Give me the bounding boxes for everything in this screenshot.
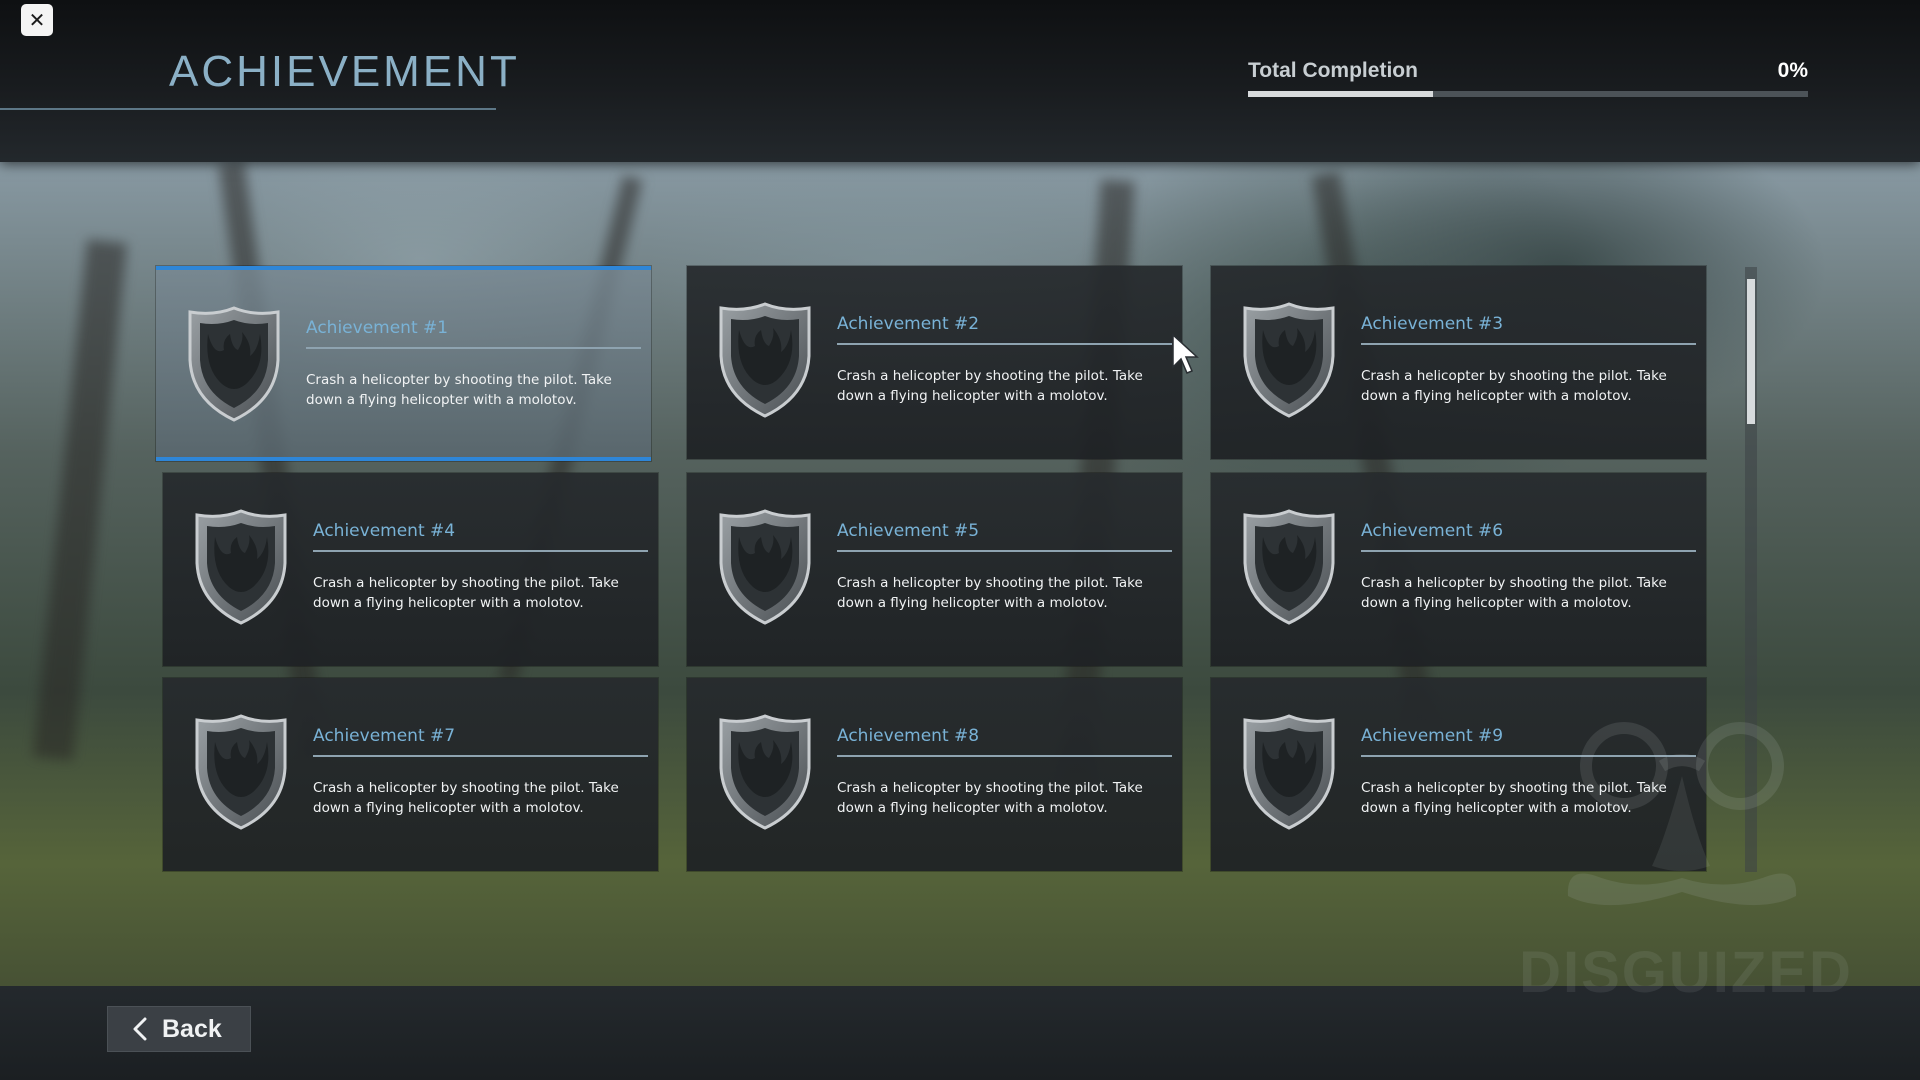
mouse-cursor-icon [1172,333,1199,374]
achievement-description: Crash a helicopter by shooting the pilot… [1361,575,1667,611]
shield-icon [719,509,811,625]
close-button[interactable]: ✕ [21,4,53,36]
shield-icon [195,714,287,830]
shield-icon [195,509,287,625]
achievement-description: Crash a helicopter by shooting the pilot… [837,368,1143,404]
achievement-description: Crash a helicopter by shooting the pilot… [837,780,1143,816]
shield-icon [719,302,811,418]
scrollbar-thumb[interactable] [1747,279,1755,424]
achievement-card[interactable]: Achievement #6 Crash a helicopter by sho… [1211,473,1706,666]
close-icon: ✕ [28,8,46,32]
chevron-left-icon [133,1017,147,1041]
achievement-card[interactable]: Achievement #7 Crash a helicopter by sho… [163,678,658,871]
back-button[interactable]: Back [107,1006,251,1052]
achievement-card[interactable]: Achievement #5 Crash a helicopter by sho… [687,473,1182,666]
disguise-glasses-mustache-logo: DISGUIZED [1496,716,1876,1026]
achievement-title: Achievement #6 [1361,523,1696,552]
watermark-text: DISGUIZED [1519,940,1853,1005]
achievement-description: Crash a helicopter by shooting the pilot… [1361,368,1667,404]
achievement-description: Crash a helicopter by shooting the pilot… [837,575,1143,611]
shield-icon [1243,714,1335,830]
shield-icon [188,306,280,422]
achievement-card[interactable]: Achievement #1 Crash a helicopter by sho… [156,266,651,461]
achievement-title: Achievement #8 [837,728,1172,757]
achievement-description: Crash a helicopter by shooting the pilot… [313,575,619,611]
achievement-card[interactable]: Achievement #4 Crash a helicopter by sho… [163,473,658,666]
completion-label: Total Completion [1248,59,1418,82]
achievement-description: Crash a helicopter by shooting the pilot… [313,780,619,816]
completion-progress-fill [1248,91,1433,97]
achievement-description: Crash a helicopter by shooting the pilot… [306,372,612,408]
achievement-title: Achievement #3 [1361,316,1696,345]
page-title: ACHIEVEMENT [169,47,520,96]
completion-value: 0% [1777,59,1808,82]
achievement-title: Achievement #2 [837,316,1172,345]
completion-progress-bar [1248,91,1808,97]
achievement-title: Achievement #1 [306,320,641,349]
achievement-card[interactable]: Achievement #3 Crash a helicopter by sho… [1211,266,1706,459]
achievement-card[interactable]: Achievement #2 Crash a helicopter by sho… [687,266,1182,459]
achievement-title: Achievement #5 [837,523,1172,552]
achievement-card[interactable]: Achievement #8 Crash a helicopter by sho… [687,678,1182,871]
achievement-title: Achievement #7 [313,728,648,757]
shield-icon [719,714,811,830]
shield-icon [1243,302,1335,418]
achievement-title: Achievement #4 [313,523,648,552]
title-underline [0,108,496,110]
shield-icon [1243,509,1335,625]
back-label: Back [162,1014,222,1043]
